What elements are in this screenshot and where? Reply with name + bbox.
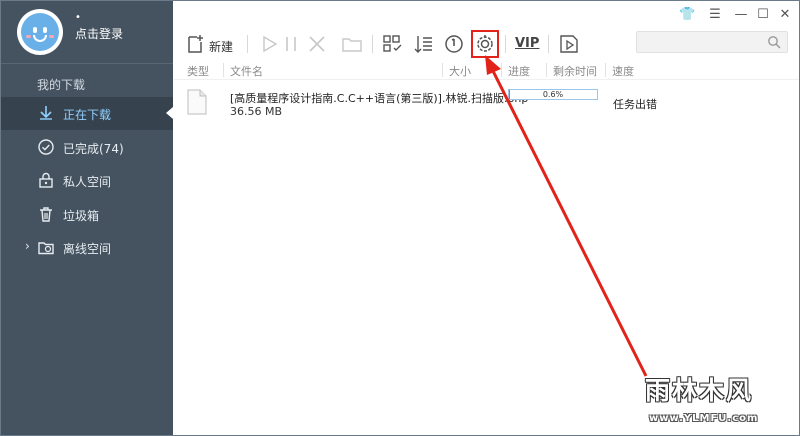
toolbar-divider — [372, 35, 373, 53]
sidebar-item-private-space[interactable]: 私人空间 — [1, 164, 173, 197]
task-size: 36.56 MB — [230, 105, 283, 118]
search-input[interactable] — [636, 31, 788, 53]
column-header-filename[interactable]: 文件名 — [230, 63, 263, 79]
column-divider — [223, 63, 224, 77]
sidebar-item-trash[interactable]: 垃圾箱 — [1, 198, 173, 231]
sidebar-item-label: 已完成(74) — [63, 142, 124, 156]
user-profile: • 点击登录 — [1, 1, 173, 63]
task-progress-bar: 0.6% — [508, 89, 598, 100]
expand-chevron-icon[interactable]: › — [25, 239, 30, 253]
watermark-url: www.YLMFU.com — [649, 413, 759, 424]
column-header-size[interactable]: 大小 — [449, 63, 471, 79]
task-status: 任务出错 — [613, 98, 657, 111]
pause-icon[interactable] — [279, 32, 303, 56]
menu-icon[interactable]: ☰ — [707, 7, 723, 23]
sidebar-item-offline-space[interactable]: › 离线空间 — [1, 231, 173, 264]
skin-icon[interactable]: 👕 — [679, 7, 695, 23]
sidebar-item-label: 私人空间 — [63, 175, 112, 189]
batch-select-icon[interactable] — [381, 32, 405, 56]
minimize-button[interactable]: — — [733, 7, 749, 23]
column-header-type[interactable]: 类型 — [187, 63, 209, 79]
sidebar-item-downloading[interactable]: 正在下载 — [1, 97, 173, 130]
new-task-icon[interactable] — [183, 32, 207, 56]
username-dot: • — [75, 12, 81, 23]
lock-icon — [39, 172, 53, 188]
start-icon[interactable] — [257, 32, 281, 56]
task-filename: [高质量程序设计指南.C.C++语言(第三版)].林锐.扫描版.php — [230, 92, 529, 105]
settings-highlight-box — [471, 30, 499, 58]
sidebar-divider — [1, 63, 173, 64]
open-folder-icon[interactable] — [340, 32, 364, 56]
header-divider — [174, 79, 799, 80]
watermark-brand: 雨林木风 — [645, 376, 754, 405]
speed-limit-icon[interactable] — [442, 32, 466, 56]
new-task-button[interactable]: 新建 — [209, 38, 233, 55]
toolbar-divider — [247, 35, 248, 53]
vip-button[interactable]: VIP — [515, 36, 539, 51]
toolbar-divider — [505, 35, 506, 53]
video-play-icon[interactable] — [557, 32, 581, 56]
task-progress-text: 0.6% — [542, 90, 564, 99]
close-button[interactable]: ✕ — [777, 7, 793, 23]
download-arrow-icon — [40, 106, 52, 120]
sort-icon[interactable] — [412, 32, 436, 56]
column-divider — [501, 63, 502, 77]
column-divider — [546, 63, 547, 77]
avatar[interactable] — [17, 9, 63, 55]
login-link[interactable]: 点击登录 — [75, 25, 123, 42]
sidebar-item-label: 正在下载 — [63, 108, 112, 122]
column-divider — [605, 63, 606, 77]
cloud-folder-icon — [38, 242, 54, 255]
search-icon[interactable] — [767, 35, 781, 49]
sidebar-item-label: 垃圾箱 — [63, 209, 100, 223]
delete-icon[interactable] — [305, 32, 329, 56]
column-divider — [442, 63, 443, 77]
watermark-logo: 雨林木风 www.YLMFU.com — [637, 369, 795, 431]
column-header-speed[interactable]: 速度 — [612, 63, 634, 79]
file-icon — [187, 89, 207, 115]
column-header-progress[interactable]: 进度 — [508, 63, 530, 79]
sidebar-item-label: 离线空间 — [63, 242, 112, 256]
toolbar-divider — [548, 35, 549, 53]
thunder-download-window: • 点击登录 我的下载 正在下载 已完成(74) 私人空间 垃圾箱 › 离线空间… — [0, 0, 800, 436]
sidebar-section-title: 我的下载 — [37, 78, 86, 92]
sidebar: • 点击登录 我的下载 正在下载 已完成(74) 私人空间 垃圾箱 › 离线空间 — [1, 1, 173, 435]
trash-icon — [40, 207, 52, 222]
check-circle-icon — [38, 139, 54, 155]
sidebar-item-completed[interactable]: 已完成(74) — [1, 131, 173, 164]
column-header-remaining[interactable]: 剩余时间 — [553, 63, 597, 79]
maximize-button[interactable]: ☐ — [755, 7, 771, 23]
